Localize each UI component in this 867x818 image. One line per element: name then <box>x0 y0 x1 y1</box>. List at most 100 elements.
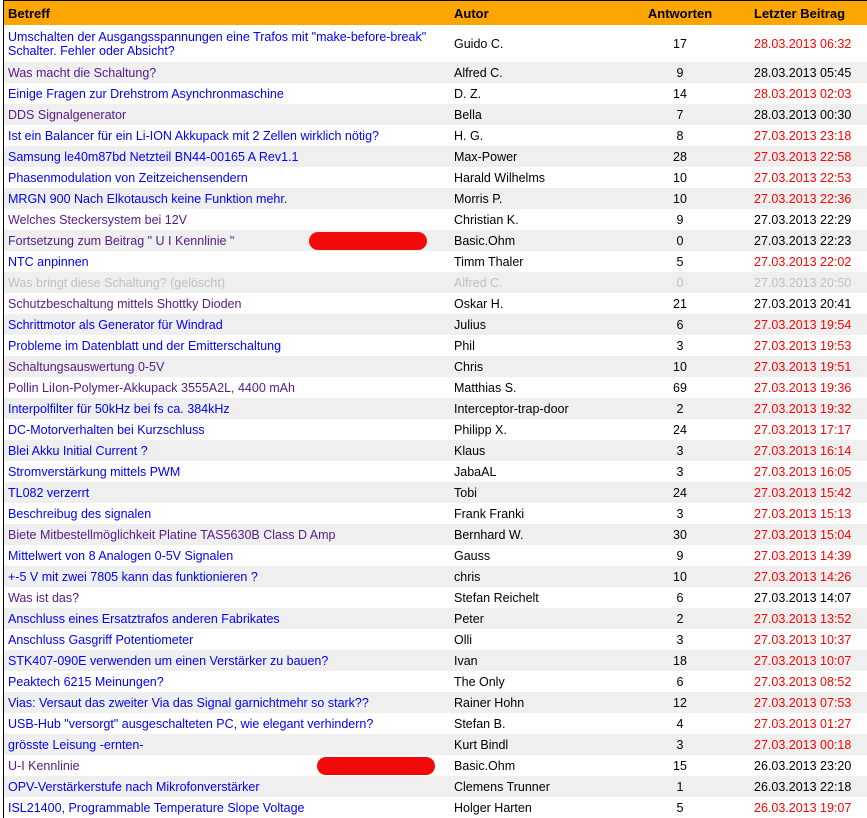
thread-link[interactable]: NTC anpinnen <box>8 255 89 269</box>
subject-cell: Probleme im Datenblatt und der Emittersc… <box>4 335 450 356</box>
thread-link[interactable]: STK407-090E verwenden um einen Verstärke… <box>8 654 328 668</box>
subject-cell: TL082 verzerrt <box>4 482 450 503</box>
subject-cell: +-5 V mit zwei 7805 kann das funktionier… <box>4 566 450 587</box>
last-post-date: 27.03.2013 20:41 <box>754 296 852 311</box>
last-post-date: 28.03.2013 00:30 <box>750 104 867 125</box>
thread-link[interactable]: Ist ein Balancer für ein Li-ION Akkupack… <box>8 129 379 143</box>
thread-link[interactable]: Welches Steckersystem bei 12V <box>8 213 187 227</box>
thread-link[interactable]: +-5 V mit zwei 7805 kann das funktionier… <box>8 570 258 584</box>
replies-cell: 4 <box>676 716 684 731</box>
thread-link[interactable]: Anschluss eines Ersatztrafos anderen Fab… <box>8 612 280 626</box>
thread-link[interactable]: Was ist das? <box>8 591 79 605</box>
thread-row: Schrittmotor als Generator für Windrad Ju… <box>4 314 867 335</box>
author-cell: Harald Wilhelms <box>454 170 545 185</box>
thread-row: Was bringt diese Schaltung? (gelöscht) Al… <box>4 272 867 293</box>
thread-link[interactable]: MRGN 900 Nach Elkotausch keine Funktion … <box>8 192 287 206</box>
column-header-subject[interactable]: Betreff <box>4 1 450 25</box>
subject-cell: ISL21400, Programmable Temperature Slope… <box>4 797 450 818</box>
thread-link[interactable]: Was bringt diese Schaltung? (gelöscht) <box>8 276 225 290</box>
thread-row: Blei Akku Initial Current ? Klaus 3 27.03.2… <box>4 440 867 461</box>
thread-link[interactable]: Einige Fragen zur Drehstrom Asynchronmas… <box>8 87 284 101</box>
thread-link[interactable]: Phasenmodulation von Zeitzeichensendern <box>8 171 248 185</box>
thread-row: TL082 verzerrt Tobi 24 27.03.2013 15:42 <box>4 482 867 503</box>
replies-cell: 3 <box>676 338 684 353</box>
thread-row: Umschalten der Ausgangsspannungen eine T… <box>4 25 867 62</box>
author-cell: Frank Franki <box>454 506 525 521</box>
last-post-date: 27.03.2013 22:29 <box>754 212 852 227</box>
thread-link[interactable]: U-I Kennlinie <box>8 759 80 773</box>
replies-cell: 10 <box>673 170 687 185</box>
last-post-date: 27.03.2013 15:42 <box>750 482 867 503</box>
thread-link[interactable]: Stromverstärkung mittels PWM <box>8 465 180 479</box>
thread-link[interactable]: Schrittmotor als Generator für Windrad <box>8 318 223 332</box>
thread-link[interactable]: DC-Motorverhalten bei Kurzschluss <box>8 423 205 437</box>
thread-link[interactable]: Interpolfilter für 50kHz bei fs ca. 384k… <box>8 402 230 416</box>
thread-link[interactable]: TL082 verzerrt <box>8 486 89 500</box>
thread-link[interactable]: Beschreibug des signalen <box>8 507 151 521</box>
thread-link[interactable]: Probleme im Datenblatt und der Emittersc… <box>8 339 281 353</box>
thread-row: U-I Kennlinie Basic.Ohm 15 26.03.2013 23:20 <box>4 755 867 776</box>
subject-cell: MRGN 900 Nach Elkotausch keine Funktion … <box>4 188 450 209</box>
replies-cell: 10 <box>610 188 750 209</box>
thread-link[interactable]: Anschluss Gasgriff Potentiometer <box>8 633 193 647</box>
author-cell: The Only <box>454 674 505 689</box>
replies-cell: 69 <box>673 380 687 395</box>
thread-link[interactable]: Was macht die Schaltung? <box>8 66 156 80</box>
thread-link[interactable]: Fortsetzung zum Beitrag " U I Kennlinie … <box>8 234 234 248</box>
thread-link[interactable]: Blei Akku Initial Current ? <box>8 444 148 458</box>
column-header-author[interactable]: Autor <box>450 1 610 25</box>
thread-link[interactable]: OPV-Verstärkerstufe nach Mikrofonverstär… <box>8 780 259 794</box>
thread-link[interactable]: Biete Mitbestellmöglichkeit Platine TAS5… <box>8 528 335 542</box>
thread-link[interactable]: Vias: Versaut das zweiter Via das Signal… <box>8 696 369 710</box>
replies-cell: 21 <box>673 296 687 311</box>
thread-row: Probleme im Datenblatt und der Emittersc… <box>4 335 867 356</box>
last-post-date: 28.03.2013 06:32 <box>754 36 852 51</box>
replies-cell: 3 <box>676 632 684 647</box>
thread-link[interactable]: Pollin LiIon-Polymer-Akkupack 3555A2L, 4… <box>8 381 295 395</box>
replies-cell: 3 <box>676 506 684 521</box>
thread-link[interactable]: Mittelwert von 8 Analogen 0-5V Signalen <box>8 549 233 563</box>
last-post-date: 27.03.2013 16:05 <box>754 464 852 479</box>
thread-row: DDS Signalgenerator Bella 7 28.03.2013 00:3… <box>4 104 867 125</box>
replies-cell: 2 <box>610 398 750 419</box>
last-post-date: 27.03.2013 14:39 <box>754 548 852 563</box>
subject-cell: Stromverstärkung mittels PWM <box>4 461 450 482</box>
thread-link[interactable]: USB-Hub "versorgt" ausgeschalteten PC, w… <box>8 717 373 731</box>
thread-link[interactable]: Samsung le40m87bd Netzteil BN44-00165 A … <box>8 150 298 164</box>
replies-cell: 24 <box>610 482 750 503</box>
thread-row: OPV-Verstärkerstufe nach Mikrofonverstär… <box>4 776 867 797</box>
subject-cell: Anschluss eines Ersatztrafos anderen Fab… <box>4 608 450 629</box>
thread-link[interactable]: Umschalten der Ausgangsspannungen eine T… <box>8 30 426 58</box>
author-cell: Olli <box>454 632 473 647</box>
redaction-mark <box>309 231 427 250</box>
last-post-date: 27.03.2013 20:50 <box>750 272 867 293</box>
author-cell: Basic.Ohm <box>454 758 516 773</box>
column-header-last-post[interactable]: Letzter Beitrag <box>750 1 867 25</box>
subject-cell: Was ist das? <box>4 587 450 608</box>
author-cell: JabaAL <box>454 464 497 479</box>
thread-row: Fortsetzung zum Beitrag " U I Kennlinie … <box>4 230 867 251</box>
thread-link[interactable]: Peaktech 6215 Meinungen? <box>8 675 164 689</box>
replies-cell: 5 <box>676 254 684 269</box>
replies-cell: 9 <box>610 62 750 83</box>
last-post-date: 27.03.2013 19:36 <box>754 380 852 395</box>
last-post-date: 27.03.2013 19:51 <box>750 356 867 377</box>
thread-link[interactable]: DDS Signalgenerator <box>8 108 126 122</box>
redaction-mark <box>317 756 435 775</box>
replies-cell: 2 <box>610 608 750 629</box>
subject-cell: Pollin LiIon-Polymer-Akkupack 3555A2L, 4… <box>4 377 450 398</box>
last-post-date: 27.03.2013 17:17 <box>754 422 852 437</box>
author-cell: chris <box>450 566 610 587</box>
thread-row: ISL21400, Programmable Temperature Slope… <box>4 797 867 818</box>
subject-cell: Samsung le40m87bd Netzteil BN44-00165 A … <box>4 146 450 167</box>
thread-link[interactable]: grösste Leisung -ernten- <box>8 738 144 752</box>
author-cell: Ivan <box>450 650 610 671</box>
thread-row: MRGN 900 Nach Elkotausch keine Funktion … <box>4 188 867 209</box>
thread-link[interactable]: Schutzbeschaltung mittels Shottky Dioden <box>8 297 241 311</box>
column-header-replies[interactable]: Antworten <box>610 1 750 25</box>
thread-link[interactable]: Schaltungsauswertung 0-5V <box>8 360 164 374</box>
thread-link[interactable]: ISL21400, Programmable Temperature Slope… <box>8 801 304 815</box>
forum-thread-list: Betreff Autor Antworten Letzter Beitrag … <box>3 0 867 818</box>
author-cell: Bella <box>450 104 610 125</box>
author-cell: Bernhard W. <box>450 524 610 545</box>
